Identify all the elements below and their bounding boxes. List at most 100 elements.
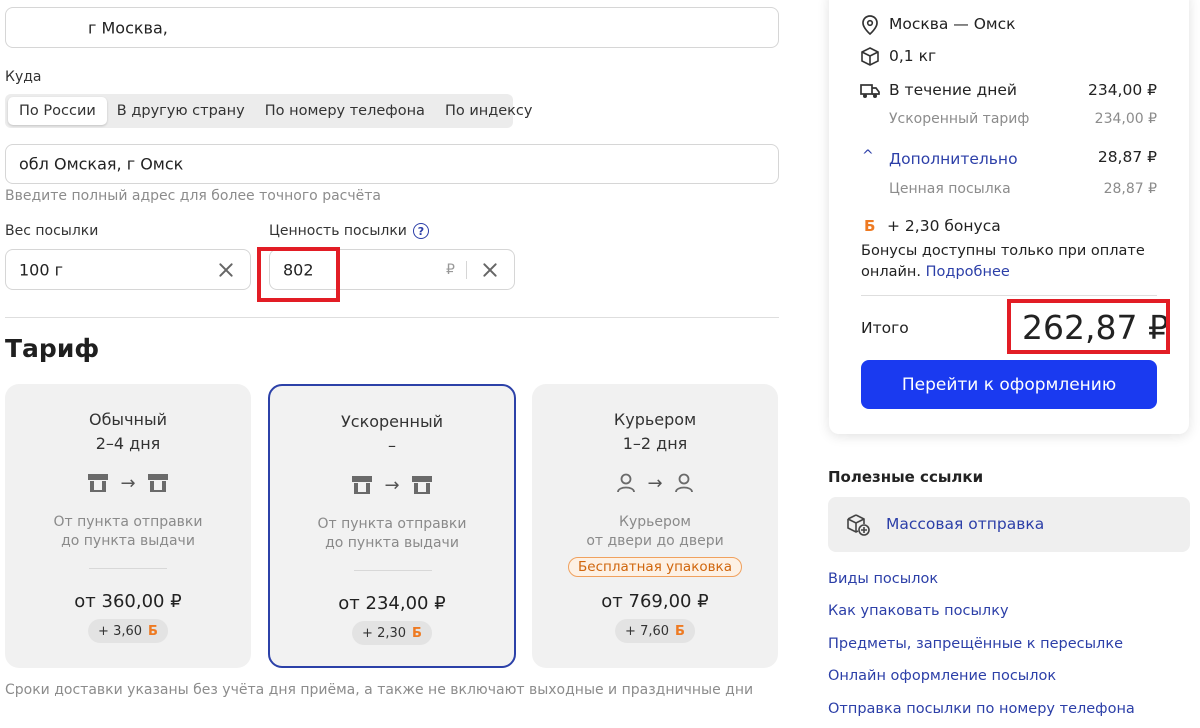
- clear-value-icon[interactable]: [481, 261, 499, 279]
- weight-value: 100 г: [19, 260, 64, 279]
- delivery-truck-icon: [860, 84, 880, 98]
- tariff-price: от 769,00 ₽: [601, 591, 709, 612]
- tariff-name: Обычный: [88, 410, 168, 429]
- value-highlight-box: [257, 247, 340, 302]
- bonus-more-link[interactable]: Подробнее: [926, 264, 1010, 280]
- tariff-desc: От пункта отправки: [53, 514, 203, 530]
- tariff-route: →: [5, 472, 251, 494]
- bonus-icon: Б: [412, 625, 422, 641]
- summary-divider: [861, 295, 1157, 296]
- tab-phone-number[interactable]: По номеру телефона: [255, 97, 435, 125]
- checkout-button[interactable]: Перейти к оформлению: [861, 360, 1157, 409]
- weight-label: Вес посылки: [5, 223, 99, 239]
- address-hint: Введите полный адрес для более точного р…: [5, 188, 381, 204]
- summary-tariff-price: 234,00 ₽: [1094, 111, 1157, 127]
- link-parcel-types[interactable]: Виды посылок: [828, 571, 938, 587]
- person-icon: [674, 473, 693, 493]
- bonus-amount: + 7,60: [625, 623, 670, 639]
- package-box-icon: [861, 47, 879, 66]
- link-prohibited-items[interactable]: Предметы, запрещённые к пересылке: [828, 636, 1123, 652]
- destination-tabs: По России В другую страну По номеру теле…: [5, 94, 532, 128]
- delivery-footnote: Сроки доставки указаны без учёта дня при…: [5, 682, 754, 698]
- summary-delivery-label: В течение дней: [889, 81, 1017, 99]
- tariff-card-courier[interactable]: Курьером 1–2 дня → Курьером от двери до …: [532, 384, 778, 668]
- card-separator: [89, 568, 167, 569]
- summary-extra-price: 28,87 ₽: [1097, 148, 1157, 166]
- tariff-name: Курьером: [613, 410, 697, 429]
- tariff-bonus: + 7,60 Б: [615, 619, 695, 643]
- to-label: Куда: [5, 69, 42, 85]
- summary-valuable-price: 28,87 ₽: [1103, 181, 1157, 197]
- pickup-point-icon: [411, 476, 432, 494]
- tariff-days: 2–4 дня: [95, 434, 161, 453]
- link-how-to-pack[interactable]: Как упаковать посылку: [828, 603, 1009, 619]
- section-divider: [5, 317, 779, 318]
- tariff-name: Ускоренный: [341, 412, 443, 431]
- arrow-right-icon: →: [647, 472, 663, 494]
- tariff-desc: Курьером: [619, 514, 691, 530]
- tab-russia[interactable]: По России: [8, 97, 107, 125]
- summary-bonus-note-tail: онлайн.: [861, 264, 922, 280]
- tariff-days: –: [388, 436, 396, 455]
- tariff-days: 1–2 дня: [622, 434, 688, 453]
- value-divider: [466, 261, 467, 279]
- tariff-route: →: [270, 474, 514, 496]
- card-separator: [354, 570, 432, 571]
- summary-bonus-note-2: онлайн. Подробнее: [861, 264, 1010, 280]
- arrow-right-icon: →: [384, 474, 400, 496]
- summary-valuable-label: Ценная посылка: [889, 181, 1011, 197]
- tariff-card-express[interactable]: Ускоренный – → От пункта отправки до пун…: [268, 384, 516, 668]
- link-online-registration[interactable]: Онлайн оформление посылок: [828, 668, 1056, 684]
- summary-bonus-note: Бонусы доступны только при оплате: [861, 243, 1145, 259]
- from-address-field[interactable]: г Москва,: [5, 7, 779, 48]
- bonus-icon: Б: [864, 217, 876, 235]
- tariff-card-regular[interactable]: Обычный 2–4 дня → От пункта отправки до …: [5, 384, 251, 668]
- pickup-point-icon: [88, 474, 109, 492]
- tariff-bonus: + 3,60 Б: [88, 619, 168, 643]
- summary-total-label: Итого: [861, 319, 909, 337]
- link-send-by-phone[interactable]: Отправка посылки по номеру телефона: [828, 701, 1135, 717]
- person-icon: [617, 473, 636, 493]
- summary-extra-toggle[interactable]: Дополнительно: [889, 150, 1018, 168]
- tariff-desc: от двери до двери: [586, 533, 724, 549]
- tariff-bonus: + 2,30 Б: [352, 621, 432, 645]
- tariff-desc: до пункта выдачи: [61, 533, 195, 549]
- pickup-point-icon: [147, 474, 168, 492]
- summary-bonus-line: + 2,30 бонуса: [887, 217, 1001, 235]
- tariff-desc: От пункта отправки: [317, 516, 467, 532]
- from-address-value: г Москва,: [88, 18, 168, 37]
- ruble-sign: ₽: [446, 261, 455, 278]
- summary-delivery-price: 234,00 ₽: [1087, 81, 1157, 99]
- summary-tariff-label: Ускоренный тариф: [889, 111, 1030, 127]
- tariff-route: →: [532, 472, 778, 494]
- arrow-right-icon: →: [120, 472, 136, 494]
- tariff-title: Тариф: [5, 334, 100, 363]
- bonus-amount: + 2,30: [362, 625, 407, 641]
- tab-other-country[interactable]: В другую страну: [107, 97, 255, 125]
- mass-send-label: Массовая отправка: [886, 515, 1045, 533]
- mass-send-box-icon: [847, 514, 870, 536]
- weight-field[interactable]: 100 г: [5, 249, 251, 290]
- bonus-icon: Б: [148, 623, 158, 639]
- mass-send-button[interactable]: Массовая отправка: [828, 497, 1190, 552]
- total-highlight-box: [1007, 299, 1170, 354]
- summary-route: Москва — Омск: [889, 15, 1016, 33]
- tariff-price: от 360,00 ₽: [74, 591, 182, 612]
- bonus-amount: + 3,60: [98, 623, 143, 639]
- chevron-up-icon[interactable]: ^: [862, 148, 874, 164]
- tab-index[interactable]: По индексу: [435, 97, 543, 125]
- tariff-price: от 234,00 ₽: [338, 593, 446, 614]
- value-label: Ценность посылки ?: [269, 223, 429, 239]
- pickup-point-icon: [352, 476, 373, 494]
- location-pin-icon: [862, 15, 878, 35]
- to-address-value: обл Омская, г Омск: [19, 154, 184, 174]
- useful-links-title: Полезные ссылки: [828, 468, 984, 486]
- bonus-icon: Б: [675, 623, 685, 639]
- value-label-text: Ценность посылки: [269, 223, 407, 239]
- help-icon[interactable]: ?: [412, 223, 429, 239]
- summary-weight: 0,1 кг: [889, 47, 937, 65]
- free-packaging-badge: Бесплатная упаковка: [568, 557, 742, 577]
- tariff-desc: до пункта выдачи: [325, 535, 459, 551]
- clear-weight-icon[interactable]: [217, 261, 235, 279]
- to-address-field[interactable]: обл Омская, г Омск: [5, 144, 779, 184]
